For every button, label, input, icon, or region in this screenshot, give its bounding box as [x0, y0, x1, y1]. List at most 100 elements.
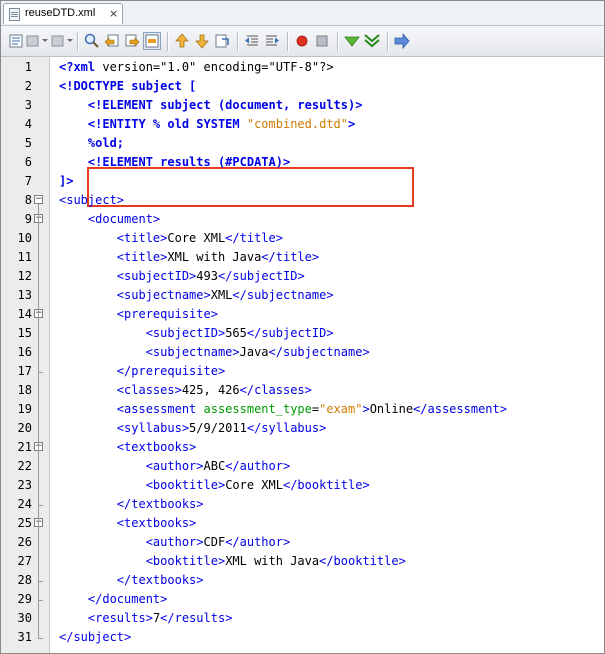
line-number: 23 [17, 478, 32, 492]
code-token: <syllabus> [116, 421, 190, 435]
fold-toggle-icon[interactable]: − [34, 195, 43, 204]
code-line: 18 <classes>425, 426</classes> [1, 381, 604, 400]
source-view-icon[interactable] [7, 32, 25, 50]
code-line: 22 <author>ABC</author> [1, 457, 604, 476]
code-line: 15 <subjectID>565</subjectID> [1, 324, 604, 343]
find-previous-icon[interactable] [103, 32, 121, 50]
line-number: 25 [17, 516, 32, 530]
find-next-icon[interactable] [123, 32, 141, 50]
code-line: 7]> [1, 172, 604, 191]
code-token: > [348, 117, 356, 131]
code-line: 8− <subject> [1, 191, 604, 210]
code-line: 29 </document> [1, 590, 604, 609]
shift-right-icon[interactable] [263, 32, 281, 50]
next-bookmark-icon[interactable] [193, 32, 211, 50]
code-text: </textbooks> [59, 571, 204, 590]
line-number: 26 [17, 535, 32, 549]
code-token: Java [239, 345, 269, 359]
find-icon[interactable] [83, 32, 101, 50]
code-token: <subjectname> [116, 288, 211, 302]
line-number: 6 [24, 155, 32, 169]
code-token: assessment_type [203, 402, 312, 416]
line-number: 30 [17, 611, 32, 625]
code-token: </booktitle> [282, 478, 370, 492]
code-text: <assessment assessment_type="exam">Onlin… [59, 400, 507, 419]
code-text: <!ELEMENT subject (document, results)> [59, 96, 363, 115]
editor-toolbar [1, 26, 604, 57]
tab-reusedtd-xml[interactable]: reuseDTD.xml × [3, 3, 123, 24]
code-line: 16 <subjectname>Java</subjectname> [1, 343, 604, 362]
code-token: XML with Java [225, 554, 320, 568]
code-token: <title> [116, 250, 168, 264]
code-editor[interactable]: 1 <?xml version="1.0" encoding="UTF-8"?> 2… [1, 57, 604, 653]
code-line: 13 <subjectname>XML</subjectname> [1, 286, 604, 305]
record-macro-icon[interactable] [293, 32, 311, 50]
fold-end-marker [38, 638, 43, 639]
line-number: 14 [17, 307, 32, 321]
line-number: 27 [17, 554, 32, 568]
code-token: </booktitle> [319, 554, 406, 568]
forward-icon[interactable] [51, 32, 73, 50]
code-token: 565 [225, 326, 247, 340]
code-text: <textbooks> [59, 438, 196, 457]
code-token: <booktitle> [145, 478, 226, 492]
fold-guide [38, 318, 39, 372]
code-text: <document> [59, 210, 160, 229]
code-token: </prerequisite> [116, 364, 226, 378]
code-token: </syllabus> [246, 421, 327, 435]
toggle-bookmark-icon[interactable] [213, 32, 231, 50]
back-icon[interactable] [26, 32, 48, 50]
code-line: 10 <title>Core XML</title> [1, 229, 604, 248]
line-number: 20 [17, 421, 32, 435]
code-line: 6 <!ELEMENT results (#PCDATA)> [1, 153, 604, 172]
code-token: <!ENTITY % old SYSTEM [87, 117, 247, 131]
line-number: 7 [24, 174, 32, 188]
code-text: <classes>425, 426</classes> [59, 381, 312, 400]
stop-macro-icon[interactable] [313, 32, 331, 50]
code-text: <subjectname>XML</subjectname> [59, 286, 334, 305]
previous-bookmark-icon[interactable] [173, 32, 191, 50]
code-token: <author> [145, 535, 204, 549]
code-line: 11 <title>XML with Java</title> [1, 248, 604, 267]
code-text: </prerequisite> [59, 362, 225, 381]
code-line: 23 <booktitle>Core XML</booktitle> [1, 476, 604, 495]
validate-xml-icon[interactable] [363, 32, 381, 50]
check-xml-icon[interactable] [343, 32, 361, 50]
line-number: 22 [17, 459, 32, 473]
close-icon[interactable]: × [109, 7, 118, 20]
toggle-highlight-icon[interactable] [143, 32, 161, 50]
line-number: 29 [17, 592, 32, 606]
code-token: "exam" [319, 402, 363, 416]
line-number: 13 [17, 288, 32, 302]
code-text: <!ELEMENT results (#PCDATA)> [59, 153, 290, 172]
code-token: </assessment> [413, 402, 507, 416]
code-line: 30 <results>7</results> [1, 609, 604, 628]
code-token: </textbooks> [116, 573, 204, 587]
code-token: <author> [145, 459, 204, 473]
code-token: </results> [160, 611, 233, 625]
xsl-transform-icon[interactable] [393, 32, 411, 50]
line-number: 28 [17, 573, 32, 587]
code-token: </classes> [239, 383, 312, 397]
shift-left-icon[interactable] [243, 32, 261, 50]
code-text: %old; [59, 134, 124, 153]
code-token: <subject> [59, 193, 125, 207]
